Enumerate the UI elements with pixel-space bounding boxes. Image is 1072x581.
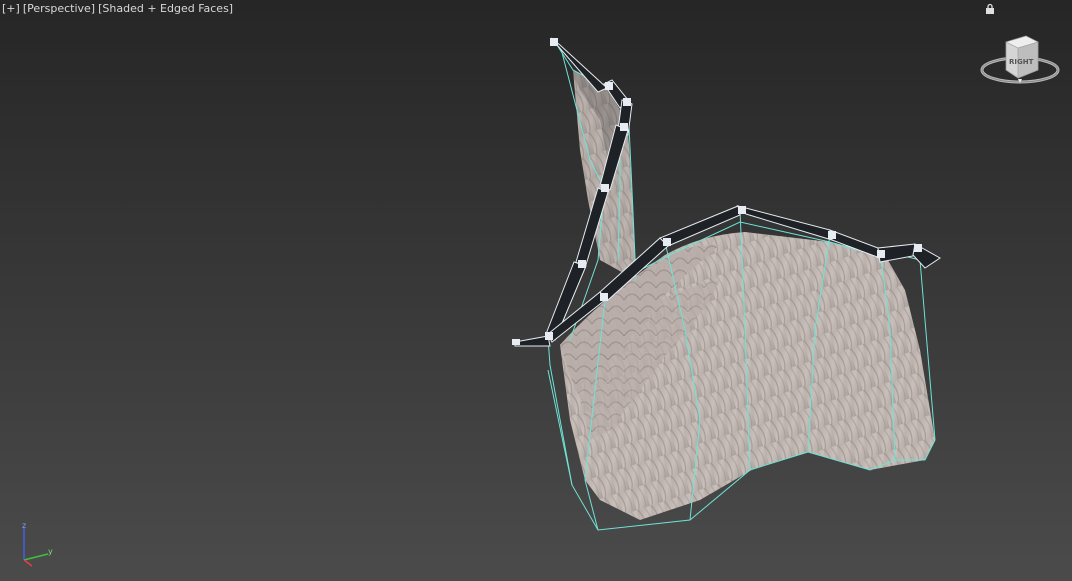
z-axis-label: z xyxy=(22,521,26,530)
scene-canvas[interactable] xyxy=(0,0,1072,581)
front-wing-mesh[interactable] xyxy=(560,232,935,520)
axis-tripod-icon: z y xyxy=(22,521,53,567)
y-axis-line xyxy=(23,553,49,561)
y-axis-label: y xyxy=(48,547,53,556)
x-axis-line xyxy=(23,559,33,567)
3d-viewport[interactable]: [+] [Perspective] [Shaded + Edged Faces] R… xyxy=(0,0,1072,581)
